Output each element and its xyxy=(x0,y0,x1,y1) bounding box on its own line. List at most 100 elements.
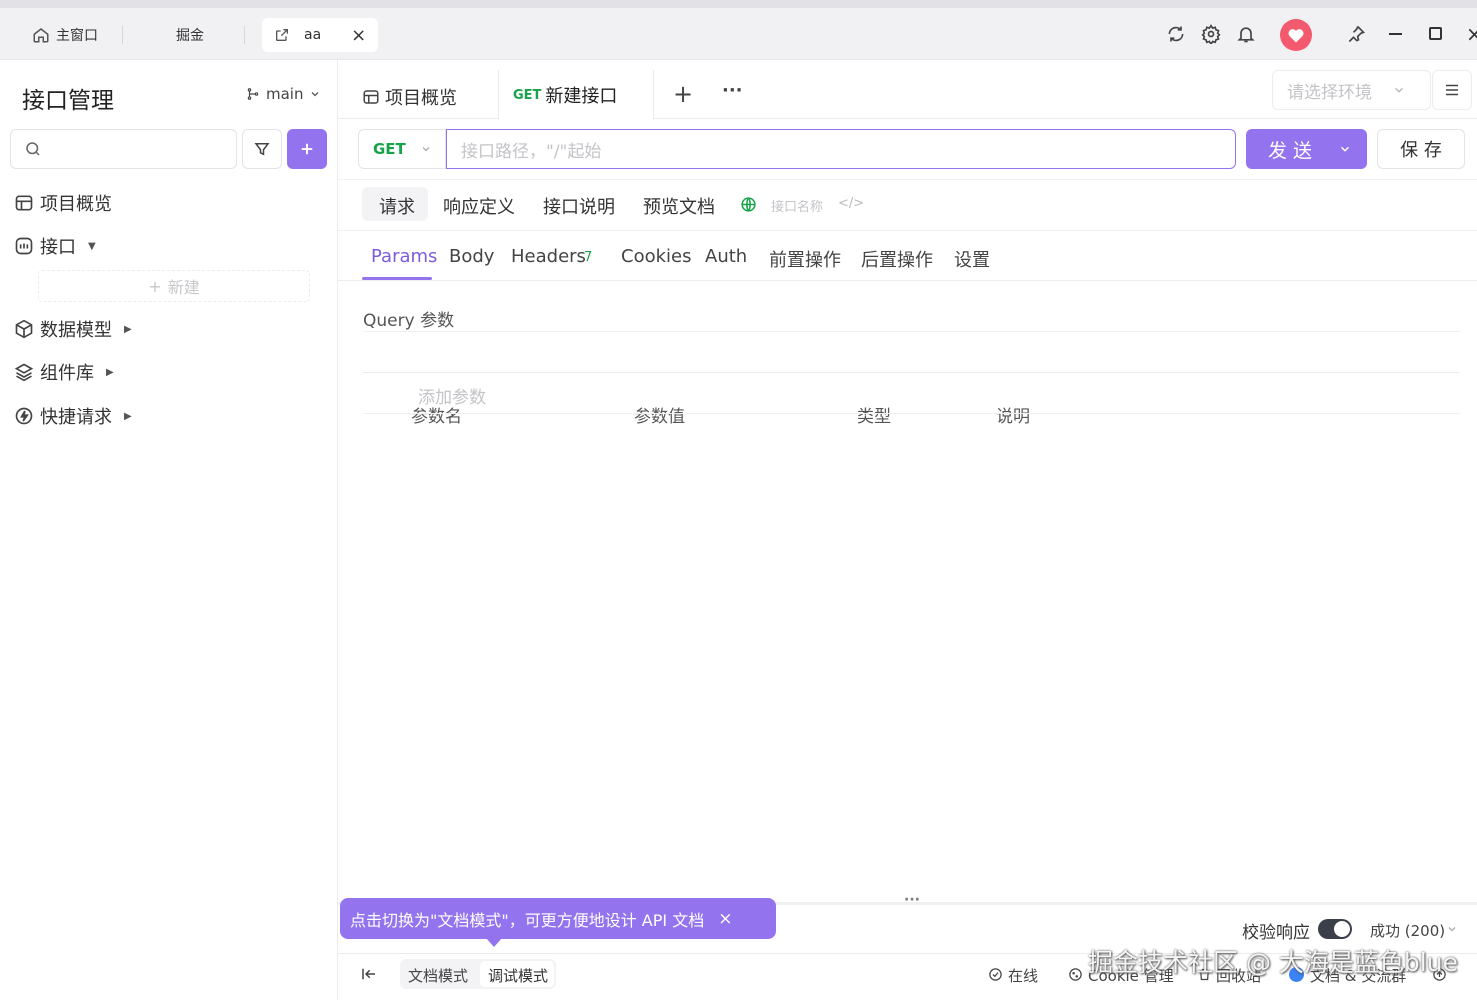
tab-new-api[interactable]: GET 新建接口 xyxy=(498,70,654,120)
sidebar-item-components[interactable]: 组件库 ▶ xyxy=(14,359,114,385)
window-tab-juejin[interactable]: 掘金 xyxy=(150,18,230,52)
section-tab-request[interactable]: 请求 xyxy=(379,193,415,219)
external-link-icon xyxy=(272,27,292,43)
param-tab-params[interactable]: Params xyxy=(371,246,437,267)
add-tab-button[interactable]: + xyxy=(673,80,693,108)
overview-icon xyxy=(362,88,380,106)
window-tab-aa[interactable]: aa × xyxy=(262,18,378,52)
interface-name-input[interactable]: 接口名称 xyxy=(771,196,823,215)
divider xyxy=(338,179,1477,180)
param-tab-headers[interactable]: Headers xyxy=(511,246,586,267)
send-button[interactable]: 发 送 xyxy=(1246,129,1367,169)
divider xyxy=(363,331,1460,332)
environment-select[interactable]: 请选择环境 xyxy=(1272,70,1431,110)
tab-overview[interactable]: 项目概览 xyxy=(362,84,457,110)
collapse-sidebar-icon[interactable] xyxy=(360,965,378,983)
refresh-icon[interactable] xyxy=(1166,24,1186,44)
section-tab-preview[interactable]: 预览文档 xyxy=(643,193,715,219)
window-tab-label: aa xyxy=(304,27,322,43)
maximize-icon[interactable] xyxy=(1429,27,1442,40)
divider xyxy=(363,413,1460,414)
tab-divider xyxy=(122,26,123,44)
tooltip-close-button[interactable]: × xyxy=(718,909,732,929)
sidebar: 接口管理 main 项目概览 接口 ▼ + 新建 数据模型 ▶ 组件库 ▶ 快捷… xyxy=(0,60,338,1000)
sidebar-item-quick-request[interactable]: 快捷请求 ▶ xyxy=(14,403,132,429)
sidebar-item-data-model[interactable]: 数据模型 ▶ xyxy=(14,316,132,342)
cookie-icon xyxy=(1068,967,1083,982)
param-tab-post-ops[interactable]: 后置操作 xyxy=(861,246,933,272)
add-param-input[interactable]: 添加参数 xyxy=(418,383,486,408)
save-button[interactable]: 保 存 xyxy=(1377,129,1465,169)
filter-button[interactable] xyxy=(242,129,282,169)
sidebar-title: 接口管理 xyxy=(22,88,114,114)
close-tab-icon[interactable]: × xyxy=(351,25,366,46)
more-tabs-button[interactable]: ··· xyxy=(722,80,743,101)
path-input[interactable]: 接口路径，"/"起始 xyxy=(446,129,1236,169)
heart-avatar[interactable] xyxy=(1280,19,1312,51)
save-label: 保 存 xyxy=(1400,140,1442,161)
tooltip-arrow xyxy=(486,938,502,947)
plus-icon xyxy=(298,140,316,158)
send-label: 发 送 xyxy=(1268,139,1313,162)
headers-count-badge: 7 xyxy=(584,250,593,265)
param-tab-auth[interactable]: Auth xyxy=(705,246,747,267)
sidebar-item-label: 快捷请求 xyxy=(40,407,112,428)
new-api-button[interactable]: + 新建 xyxy=(38,270,310,302)
sidebar-item-label: 接口 xyxy=(40,237,76,258)
param-tab-cookies[interactable]: Cookies xyxy=(621,246,691,267)
method-select[interactable]: GET xyxy=(358,129,446,169)
menu-button[interactable] xyxy=(1432,70,1472,110)
overview-icon xyxy=(14,193,34,213)
add-button[interactable] xyxy=(287,129,327,169)
chevron-down-icon[interactable] xyxy=(1338,142,1352,156)
close-icon[interactable]: × xyxy=(1466,22,1477,46)
filter-icon xyxy=(253,140,271,158)
response-status-select[interactable]: 成功 (200) xyxy=(1370,920,1445,941)
bell-icon[interactable] xyxy=(1236,24,1256,44)
param-tab-pre-ops[interactable]: 前置操作 xyxy=(769,246,841,272)
code-icon[interactable]: </> xyxy=(838,196,864,211)
chevron-down-icon xyxy=(420,143,432,155)
validate-response-label: 校验响应 xyxy=(1242,923,1310,943)
divider xyxy=(338,280,1477,281)
divider xyxy=(338,230,1477,231)
column-header-type: 类型 xyxy=(857,407,891,427)
column-header-value: 参数值 xyxy=(634,407,685,427)
globe-icon xyxy=(740,196,757,213)
settings-icon[interactable] xyxy=(1201,24,1221,44)
window-tab-label: 掘金 xyxy=(176,28,204,44)
chevron-down-icon[interactable] xyxy=(1446,923,1458,935)
tab-label: 新建接口 xyxy=(545,86,618,107)
doc-mode-button[interactable]: 文档模式 xyxy=(408,965,468,986)
branch-selector[interactable]: main xyxy=(246,85,321,103)
window-tab-main[interactable]: 主窗口 xyxy=(20,18,120,52)
online-status[interactable]: 在线 xyxy=(1008,965,1038,986)
drag-handle-icon[interactable]: ··· xyxy=(904,892,920,908)
validate-response-toggle[interactable] xyxy=(1318,919,1352,939)
caret-right-icon: ▶ xyxy=(124,323,132,335)
minimize-icon[interactable] xyxy=(1389,33,1402,35)
api-icon xyxy=(14,236,34,256)
tooltip-text: 点击切换为"文档模式"，可更方便地设计 API 文档 xyxy=(350,910,705,930)
chevron-down-icon xyxy=(309,88,321,100)
param-tab-body[interactable]: Body xyxy=(449,246,494,267)
divider xyxy=(363,372,1460,373)
caret-right-icon: ▶ xyxy=(124,410,132,422)
main-panel: 项目概览 GET 新建接口 + ··· 请选择环境 GET 接口路径，"/"起始… xyxy=(338,60,1477,1000)
section-tab-description[interactable]: 接口说明 xyxy=(543,193,615,219)
section-tab-response[interactable]: 响应定义 xyxy=(443,193,515,219)
sidebar-item-api[interactable]: 接口 ▼ xyxy=(14,233,96,259)
window-tab-label: 主窗口 xyxy=(56,28,98,44)
pin-icon[interactable] xyxy=(1346,24,1366,44)
chevron-down-icon xyxy=(1392,83,1406,97)
layers-icon xyxy=(14,362,34,382)
new-label: 新建 xyxy=(167,278,200,297)
search-input[interactable] xyxy=(10,129,237,169)
tab-label: 项目概览 xyxy=(385,88,457,109)
param-tab-settings[interactable]: 设置 xyxy=(954,246,990,272)
sidebar-item-label: 项目概览 xyxy=(40,194,112,215)
debug-mode-button[interactable]: 调试模式 xyxy=(488,965,548,986)
sidebar-item-label: 组件库 xyxy=(40,363,94,384)
path-placeholder: 接口路径，"/"起始 xyxy=(461,141,602,162)
sidebar-item-overview[interactable]: 项目概览 xyxy=(14,190,112,216)
